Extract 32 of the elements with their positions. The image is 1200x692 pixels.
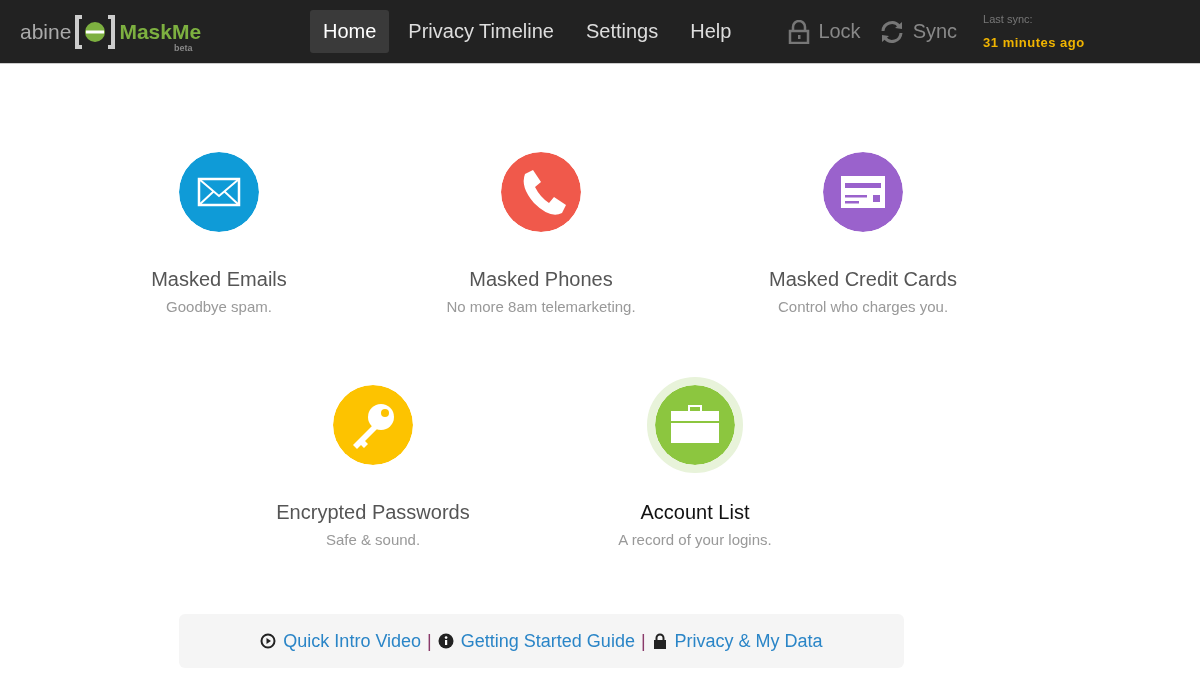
feature-icon[interactable] bbox=[647, 377, 743, 473]
lock-button[interactable]: Lock bbox=[788, 19, 861, 44]
sync-button[interactable]: Sync bbox=[878, 19, 958, 44]
logo-brand: abine bbox=[20, 19, 72, 44]
footer-link[interactable]: Quick Intro Video bbox=[283, 630, 422, 652]
feature-title[interactable]: Masked Credit Cards bbox=[769, 268, 957, 291]
last-sync-label: Last sync: bbox=[983, 13, 1034, 25]
lock-icon bbox=[651, 633, 668, 649]
info-icon bbox=[437, 633, 454, 649]
footer-link[interactable]: Privacy & My Data bbox=[674, 630, 823, 652]
separator: | bbox=[427, 630, 432, 652]
feature-subtitle: A record of your logins. bbox=[618, 531, 772, 548]
feature-title[interactable]: Masked Phones bbox=[469, 268, 613, 291]
nav-tab[interactable]: Settings bbox=[572, 10, 672, 53]
footer-link[interactable]: Getting Started Guide bbox=[460, 630, 635, 652]
feature-title[interactable]: Encrypted Passwords bbox=[276, 501, 470, 524]
logo-product: MaskMe bbox=[119, 19, 202, 44]
feature-subtitle: No more 8am telemarketing. bbox=[446, 298, 636, 315]
feature-title[interactable]: Account List bbox=[640, 501, 750, 524]
feature-subtitle: Goodbye spam. bbox=[166, 298, 272, 315]
nav-tab[interactable]: Help bbox=[677, 10, 745, 53]
feature-subtitle: Safe & sound. bbox=[325, 531, 421, 548]
lock-icon bbox=[788, 19, 811, 44]
separator: | bbox=[640, 630, 646, 652]
nav-tab[interactable]: Home bbox=[310, 10, 390, 53]
nav-tab[interactable]: Privacy Timeline bbox=[395, 10, 567, 53]
mask-logo-icon bbox=[74, 14, 117, 49]
feature-title[interactable]: Masked Emails bbox=[151, 268, 287, 291]
beta-tag: beta bbox=[174, 42, 193, 53]
feature-subtitle: Control who charges you. bbox=[777, 298, 949, 315]
play-icon bbox=[260, 633, 277, 649]
last-sync-time: 31 minutes ago bbox=[983, 35, 1085, 50]
